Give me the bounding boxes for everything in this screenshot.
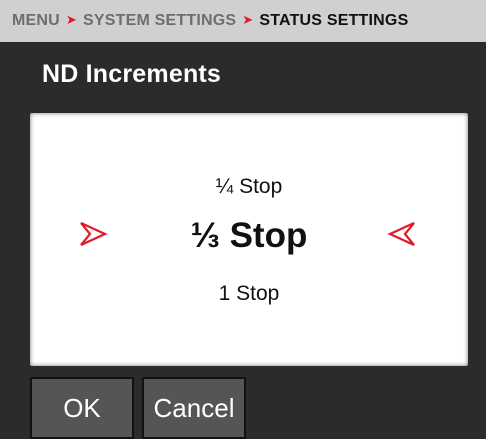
arrow-left-icon[interactable] bbox=[387, 219, 417, 249]
page-title: ND Increments bbox=[42, 60, 222, 88]
breadcrumb: MENU ➤ SYSTEM SETTINGS ➤ STATUS SETTINGS bbox=[0, 0, 486, 42]
picker-option-previous[interactable]: ¼ Stop bbox=[30, 175, 468, 199]
breadcrumb-separator-icon: ➤ bbox=[65, 12, 78, 27]
ok-button[interactable]: OK bbox=[30, 377, 134, 439]
breadcrumb-separator-icon: ➤ bbox=[242, 12, 254, 27]
cancel-button[interactable]: Cancel bbox=[142, 377, 246, 439]
option-picker: ¼ Stop ⅓ Stop 1 Stop bbox=[30, 113, 468, 366]
arrow-right-icon[interactable] bbox=[78, 219, 108, 249]
picker-option-next[interactable]: 1 Stop bbox=[30, 282, 468, 306]
breadcrumb-item-menu[interactable]: MENU bbox=[12, 12, 60, 30]
breadcrumb-item-system-settings[interactable]: SYSTEM SETTINGS bbox=[83, 12, 236, 30]
breadcrumb-item-status-settings: STATUS SETTINGS bbox=[259, 12, 409, 29]
